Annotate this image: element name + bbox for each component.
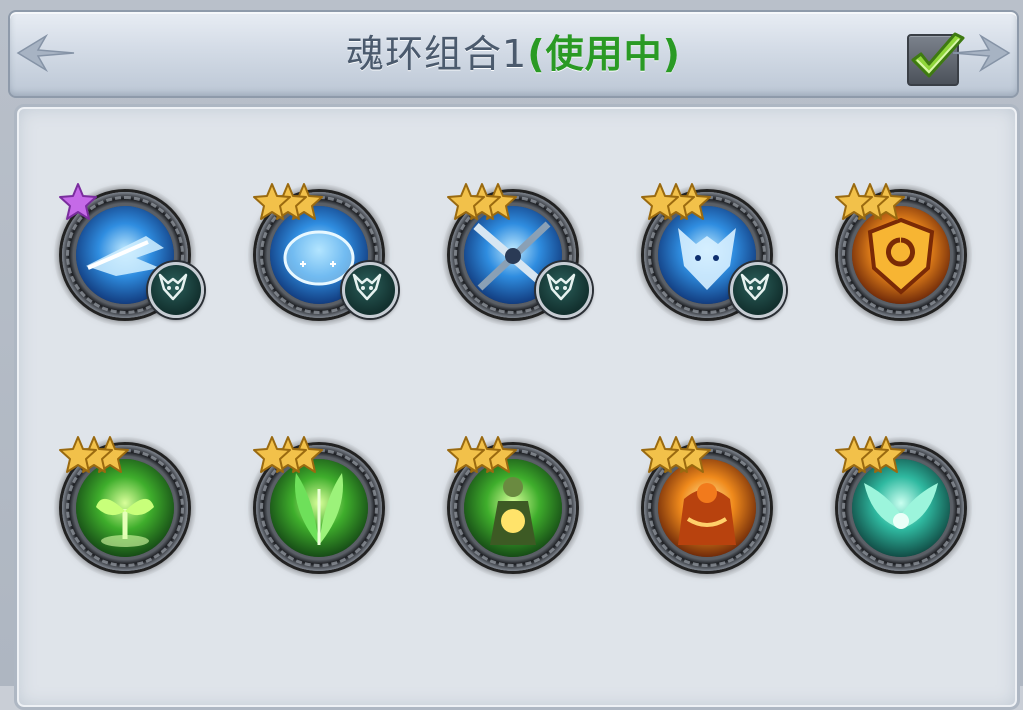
star-icon xyxy=(59,436,97,473)
frost-wolf-ring[interactable] xyxy=(632,180,786,330)
star-rating xyxy=(834,435,905,479)
ice-emblem-badge xyxy=(536,262,592,318)
star-rating xyxy=(834,182,905,226)
star-icon xyxy=(835,436,873,473)
star-rating xyxy=(446,182,517,226)
flame-shield-ring[interactable] xyxy=(826,180,976,330)
combo-name: 魂环组合1 xyxy=(346,32,528,76)
star-rating xyxy=(58,435,129,479)
header-ornament-icon xyxy=(952,33,1011,73)
crossed-blades-ring[interactable] xyxy=(438,180,592,330)
jade-wings-ring[interactable] xyxy=(826,433,976,583)
leaf-burst-ring[interactable] xyxy=(244,433,394,583)
star-icon xyxy=(59,183,97,220)
star-rating xyxy=(640,182,711,226)
horned-mask-icon xyxy=(740,273,770,301)
star-rating xyxy=(640,435,711,479)
star-icon xyxy=(447,436,485,473)
header-bar: 魂环组合1(使用中) xyxy=(8,10,1019,98)
star-icon xyxy=(641,436,679,473)
star-rating xyxy=(252,182,323,226)
star-rating xyxy=(252,435,323,479)
ice-emblem-badge xyxy=(342,262,398,318)
star-rating xyxy=(446,435,517,479)
star-icon xyxy=(447,183,485,220)
soul-ring-window: 魂环组合1(使用中) xyxy=(0,0,1023,710)
star-rating xyxy=(58,182,128,226)
ice-dragon-ring[interactable] xyxy=(50,180,204,330)
ice-emblem-badge xyxy=(730,262,786,318)
water-orb-ring[interactable] xyxy=(244,180,398,330)
nature-guardian-ring[interactable] xyxy=(438,433,588,583)
ice-emblem-badge xyxy=(148,262,204,318)
horned-mask-icon xyxy=(546,273,576,301)
fire-titan-ring[interactable] xyxy=(632,433,782,583)
horned-mask-icon xyxy=(352,273,382,301)
in-use-status: (使用中) xyxy=(527,32,681,76)
sprout-ring[interactable] xyxy=(50,433,200,583)
combo-title: 魂环组合1(使用中) xyxy=(10,32,1017,76)
star-icon xyxy=(835,183,873,220)
star-icon xyxy=(253,436,291,473)
star-icon xyxy=(641,183,679,220)
star-icon xyxy=(253,183,291,220)
horned-mask-icon xyxy=(158,273,188,301)
